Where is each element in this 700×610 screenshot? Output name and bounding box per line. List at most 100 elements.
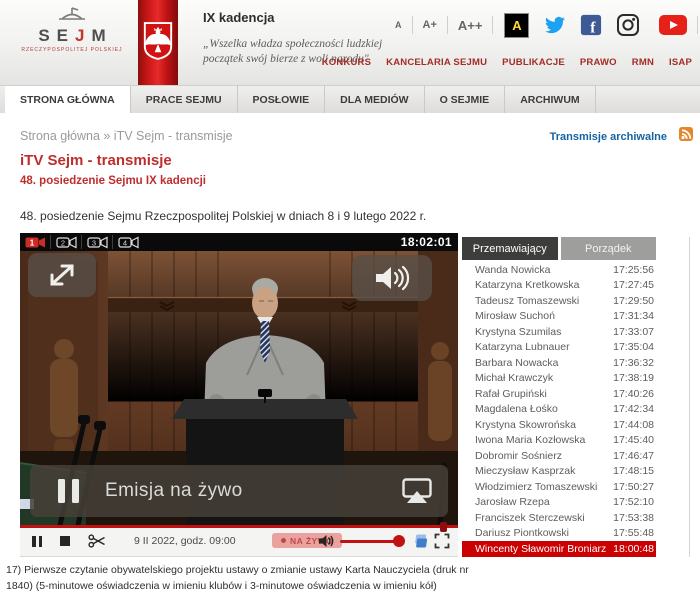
nav-prace-sejmu[interactable]: PRACE SEJMU bbox=[130, 86, 238, 113]
progress-handle[interactable] bbox=[440, 522, 447, 532]
pause-button[interactable] bbox=[32, 536, 42, 547]
rss-icon[interactable] bbox=[679, 127, 693, 141]
divider bbox=[412, 16, 413, 34]
svg-text:4: 4 bbox=[122, 238, 126, 247]
speaker-time: 17:40:26 bbox=[613, 388, 654, 400]
link-kancelaria-sejmu[interactable]: KANCELARIA SEJMU bbox=[386, 57, 487, 68]
high-contrast-button[interactable]: A bbox=[504, 13, 529, 38]
nav-dla-mediow[interactable]: DLA MEDIÓW bbox=[325, 86, 424, 113]
speaker-row[interactable]: Katarzyna Lubnauer 17:35:04 bbox=[462, 340, 656, 356]
camera-icon: 1 bbox=[25, 236, 46, 249]
speaker-name: Krystyna Skowrońska bbox=[475, 419, 576, 431]
broadcast-date: 9 II 2022, godz. 09:00 bbox=[134, 535, 236, 547]
camera-icon: 4 bbox=[118, 236, 139, 249]
speaker-name: Włodzimierz Tomaszewski bbox=[475, 481, 597, 493]
camera-selector-bar: 1 2 3 4 bbox=[20, 233, 458, 251]
cast-button[interactable] bbox=[402, 478, 432, 509]
font-size-large-button[interactable]: A++ bbox=[458, 18, 483, 33]
fullscreen-button[interactable] bbox=[434, 533, 450, 554]
speaker-name: Wanda Nowicka bbox=[475, 264, 550, 276]
nav-archiwum[interactable]: ARCHIWUM bbox=[505, 86, 596, 113]
resize-video-button[interactable] bbox=[28, 253, 96, 297]
clip-button[interactable] bbox=[88, 534, 106, 553]
nav-strona-glowna[interactable]: STRONA GŁÓWNA bbox=[5, 86, 130, 113]
quality-button[interactable] bbox=[412, 533, 429, 554]
speaker-row[interactable]: Krystyna Szumilas 17:33:07 bbox=[462, 324, 656, 340]
speaker-row[interactable]: Mieczysław Kasprzak 17:48:15 bbox=[462, 464, 656, 480]
speaker-row[interactable]: Michał Krawczyk 17:38:19 bbox=[462, 371, 656, 387]
stream-clock: 18:02:01 bbox=[401, 235, 452, 249]
speaker-row[interactable]: Barbara Nowacka 17:36:32 bbox=[462, 355, 656, 371]
stop-button[interactable] bbox=[60, 536, 70, 546]
speaker-time: 17:29:50 bbox=[613, 295, 654, 307]
link-prawo[interactable]: PRAWO bbox=[580, 57, 617, 68]
speaker-row[interactable]: Tadeusz Tomaszewski 17:29:50 bbox=[462, 293, 656, 309]
camera-4-button[interactable]: 4 bbox=[112, 235, 143, 249]
player-controls: 9 II 2022, godz. 09:00 NA ŻYWO bbox=[20, 525, 458, 557]
speaker-name: Mieczysław Kasprzak bbox=[475, 465, 575, 477]
speaker-row[interactable]: Jarosław Rzepa 17:52:10 bbox=[462, 495, 656, 511]
speaker-time: 17:50:27 bbox=[613, 481, 654, 493]
twitter-icon bbox=[544, 15, 566, 35]
svg-text:f: f bbox=[591, 19, 597, 36]
speaker-row[interactable]: Iwona Maria Kozłowska 17:45:40 bbox=[462, 433, 656, 449]
volume-knob[interactable] bbox=[393, 535, 405, 547]
speakers-list: Wanda Nowicka 17:25:56 Katarzyna Kretkow… bbox=[462, 262, 656, 557]
speaker-name: Franciszek Sterczewski bbox=[475, 512, 585, 524]
link-publikacje[interactable]: PUBLIKACJE bbox=[502, 57, 565, 68]
page: { "header": { "logo": { "letters": ["S",… bbox=[0, 0, 700, 610]
speaker-row[interactable]: Magdalena Łośko 17:42:34 bbox=[462, 402, 656, 418]
speaker-name: Iwona Maria Kozłowska bbox=[475, 434, 585, 446]
speaker-row[interactable]: Wincenty Sławomir Broniarz 18:00:48 bbox=[462, 541, 656, 557]
panel-scrollbar[interactable] bbox=[689, 237, 690, 557]
link-isap[interactable]: ISAP bbox=[669, 57, 692, 68]
font-size-small-button[interactable]: A bbox=[395, 20, 402, 30]
speaker-row[interactable]: Dobromir Sośnierz 17:46:47 bbox=[462, 448, 656, 464]
volume-button[interactable] bbox=[318, 534, 335, 553]
speaker-row[interactable]: Krystyna Skowrońska 17:44:08 bbox=[462, 417, 656, 433]
speaker-time: 17:31:34 bbox=[613, 310, 654, 322]
divider bbox=[447, 16, 448, 34]
unmute-button[interactable] bbox=[352, 255, 432, 301]
font-size-medium-button[interactable]: A+ bbox=[423, 19, 437, 31]
link-konkurs[interactable]: KONKURS bbox=[322, 57, 371, 68]
facebook-icon: f bbox=[580, 14, 602, 36]
nav-poslowie[interactable]: POSŁOWIE bbox=[238, 86, 326, 113]
facebook-link[interactable]: f bbox=[580, 14, 602, 36]
speaker-row[interactable]: Mirosław Suchoń 17:31:34 bbox=[462, 309, 656, 325]
archive-transmissions-link[interactable]: Transmisje archiwalne bbox=[550, 131, 667, 143]
speaker-row[interactable]: Franciszek Sterczewski 17:53:38 bbox=[462, 510, 656, 526]
speaker-row[interactable]: Katarzyna Kretkowska 17:27:45 bbox=[462, 278, 656, 294]
speaker-row[interactable]: Włodzimierz Tomaszewski 17:50:27 bbox=[462, 479, 656, 495]
tab-porzadek[interactable]: Porządek bbox=[561, 237, 657, 260]
speaker-row[interactable]: Dariusz Piontkowski 17:55:48 bbox=[462, 526, 656, 542]
progress-bar[interactable] bbox=[20, 525, 458, 528]
video-player[interactable]: 1 2 3 4 18:02:01 bbox=[20, 233, 458, 557]
speaker-name: Barbara Nowacka bbox=[475, 357, 558, 369]
speaker-time: 17:27:45 bbox=[613, 279, 654, 291]
speaker-name: Katarzyna Lubnauer bbox=[475, 341, 570, 353]
link-rmn[interactable]: RMN bbox=[632, 57, 654, 68]
nav-o-sejmie[interactable]: O SEJMIE bbox=[425, 86, 506, 113]
twitter-link[interactable] bbox=[544, 15, 566, 35]
speaker-name: Michał Krawczyk bbox=[475, 372, 553, 384]
live-dot-icon bbox=[281, 538, 286, 543]
breadcrumb[interactable]: Strona główna » iTV Sejm - transmisje bbox=[20, 129, 233, 143]
speaker-name: Magdalena Łośko bbox=[475, 403, 558, 415]
youtube-link[interactable] bbox=[659, 14, 687, 36]
camera-1-button[interactable]: 1 bbox=[20, 235, 50, 249]
volume-icon bbox=[318, 534, 335, 548]
camera-2-button[interactable]: 2 bbox=[50, 235, 81, 249]
volume-slider[interactable] bbox=[340, 540, 400, 543]
live-overlay-label: Emisja na żywo bbox=[105, 480, 243, 502]
speaker-row[interactable]: Rafał Grupiński 17:40:26 bbox=[462, 386, 656, 402]
camera-3-button[interactable]: 3 bbox=[81, 235, 112, 249]
speaker-name: Rafał Grupiński bbox=[475, 388, 547, 400]
speaker-row[interactable]: Wanda Nowicka 17:25:56 bbox=[462, 262, 656, 278]
speaker-time: 17:38:19 bbox=[613, 372, 654, 384]
instagram-link[interactable] bbox=[616, 13, 640, 37]
tab-przemawiajacy[interactable]: Przemawiający bbox=[462, 237, 558, 260]
sejm-logo[interactable]: SEJM RZECZYPOSPOLITEJ POLSKIEJ bbox=[16, 7, 128, 53]
speaker-name: Mirosław Suchoń bbox=[475, 310, 555, 322]
pause-overlay-button[interactable] bbox=[58, 479, 79, 503]
